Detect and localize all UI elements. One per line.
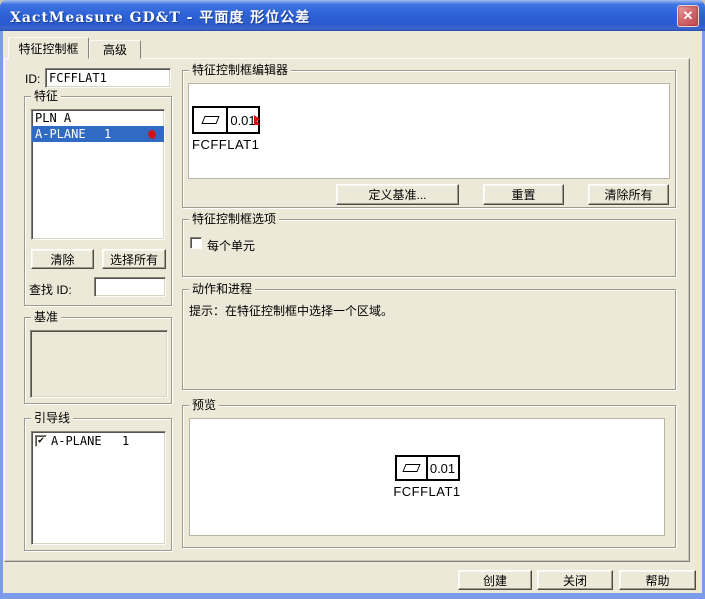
title-bar[interactable]: XactMeasure GD&T - 平面度 形位公差 ✕ xyxy=(0,0,705,31)
close-button-label: 关闭 xyxy=(563,572,587,589)
feature-name: PLN A xyxy=(35,111,71,125)
datum-group-title: 基准 xyxy=(31,310,61,325)
preview-feature-control-frame: 0.01 xyxy=(395,455,460,481)
preview-group-title: 预览 xyxy=(189,398,219,413)
list-item[interactable]: A-PLANE 1 xyxy=(32,126,164,142)
define-datum-button-label: 定义基准... xyxy=(368,186,426,203)
close-icon[interactable]: ✕ xyxy=(677,5,699,27)
tab-label: 高级 xyxy=(103,41,127,58)
feature-group: 特征 PLN A A-PLANE 1 清除 选择所有 查找 ID: xyxy=(24,96,172,306)
feature-qty: 1 xyxy=(104,127,111,141)
feature-list[interactable]: PLN A A-PLANE 1 xyxy=(31,109,165,240)
actions-group: 动作和进程 提示：在特征控制框中选择一个区域。 xyxy=(182,289,676,390)
help-button-label: 帮助 xyxy=(645,572,669,589)
clear-all-button[interactable]: 清除所有 xyxy=(588,184,669,205)
leader-line-group: 引导线 ✔ A-PLANE 1 xyxy=(24,418,172,551)
dialog-window: XactMeasure GD&T - 平面度 形位公差 ✕ 特征控制框 高级 I… xyxy=(0,0,705,599)
fcf-tolerance-value: 0.01 xyxy=(230,113,255,128)
preview-fcf-symbol-cell xyxy=(397,457,428,479)
help-button[interactable]: 帮助 xyxy=(619,570,696,590)
leader-line-group-title: 引导线 xyxy=(31,411,73,426)
reset-button[interactable]: 重置 xyxy=(483,184,564,205)
id-input-frame xyxy=(45,68,171,88)
create-button-label: 创建 xyxy=(483,572,507,589)
list-item[interactable]: ✔ A-PLANE 1 xyxy=(32,432,165,450)
reset-button-label: 重置 xyxy=(511,186,535,203)
close-button[interactable]: 关闭 xyxy=(537,570,613,590)
leader-line-list[interactable]: ✔ A-PLANE 1 xyxy=(31,431,166,545)
preview-fcf-id-label: FCFFLAT1 xyxy=(393,484,460,499)
find-id-label: 查找 ID: xyxy=(29,281,72,298)
preview-group: 预览 0.01 FCFFLAT1 xyxy=(182,405,676,548)
leader-checkbox[interactable]: ✔ xyxy=(35,435,47,447)
actions-group-title: 动作和进程 xyxy=(189,282,255,297)
clear-all-button-label: 清除所有 xyxy=(604,186,652,203)
find-id-input[interactable] xyxy=(95,278,165,296)
preview-fcf-tolerance-cell: 0.01 xyxy=(428,457,458,479)
define-datum-button[interactable]: 定义基准... xyxy=(336,184,459,205)
fcf-tolerance-cell[interactable]: 0.01 xyxy=(228,108,258,132)
per-unit-label: 每个单元 xyxy=(207,237,255,254)
id-label: ID: xyxy=(25,72,40,86)
tab-advanced[interactable]: 高级 xyxy=(89,40,141,59)
leader-qty: 1 xyxy=(122,434,129,448)
feature-name: A-PLANE xyxy=(35,127,86,141)
red-cursor-icon xyxy=(253,113,262,127)
clear-button[interactable]: 清除 xyxy=(31,249,94,269)
clear-button-label: 清除 xyxy=(50,251,74,268)
fcf-editor-canvas[interactable]: 0.01 FCFFLAT1 xyxy=(188,83,670,179)
flatness-symbol-icon xyxy=(402,464,420,472)
datum-list[interactable] xyxy=(30,330,168,398)
list-item[interactable]: PLN A xyxy=(32,110,164,126)
tab-label: 特征控制框 xyxy=(18,40,78,57)
fcf-options-group: 特征控制框选项 每个单元 xyxy=(182,219,676,277)
close-glyph: ✕ xyxy=(683,8,694,24)
fcf-editor-frame: 0.01 FCFFLAT1 xyxy=(192,106,260,152)
fcf-id-label: FCFFLAT1 xyxy=(192,137,260,152)
fcf-options-group-title: 特征控制框选项 xyxy=(189,212,279,227)
preview-fcf-tolerance-value: 0.01 xyxy=(430,461,455,476)
feature-control-frame: 0.01 xyxy=(192,106,260,134)
fcf-symbol-cell[interactable] xyxy=(194,108,228,132)
create-button[interactable]: 创建 xyxy=(458,570,532,590)
feature-group-title: 特征 xyxy=(31,89,61,104)
find-id-input-frame xyxy=(94,277,166,297)
select-all-button-label: 选择所有 xyxy=(110,251,158,268)
flatness-symbol-icon xyxy=(201,116,219,124)
red-marker-icon xyxy=(148,130,156,139)
check-icon: ✔ xyxy=(38,436,44,446)
datum-group: 基准 xyxy=(24,317,172,404)
preview-canvas: 0.01 FCFFLAT1 xyxy=(189,418,665,536)
fcf-editor-group-title: 特征控制框编辑器 xyxy=(189,63,291,78)
per-unit-checkbox[interactable] xyxy=(190,237,202,249)
hint-text: 提示：在特征控制框中选择一个区域。 xyxy=(189,302,393,319)
fcf-editor-group: 特征控制框编辑器 0.01 FCFFLAT1 定义基准.. xyxy=(182,70,676,208)
tab-feature-control-frame[interactable]: 特征控制框 xyxy=(8,37,89,59)
leader-name: A-PLANE xyxy=(51,434,102,448)
select-all-button[interactable]: 选择所有 xyxy=(102,249,166,269)
window-title: XactMeasure GD&T - 平面度 形位公差 xyxy=(10,7,310,27)
id-input[interactable] xyxy=(46,69,170,87)
